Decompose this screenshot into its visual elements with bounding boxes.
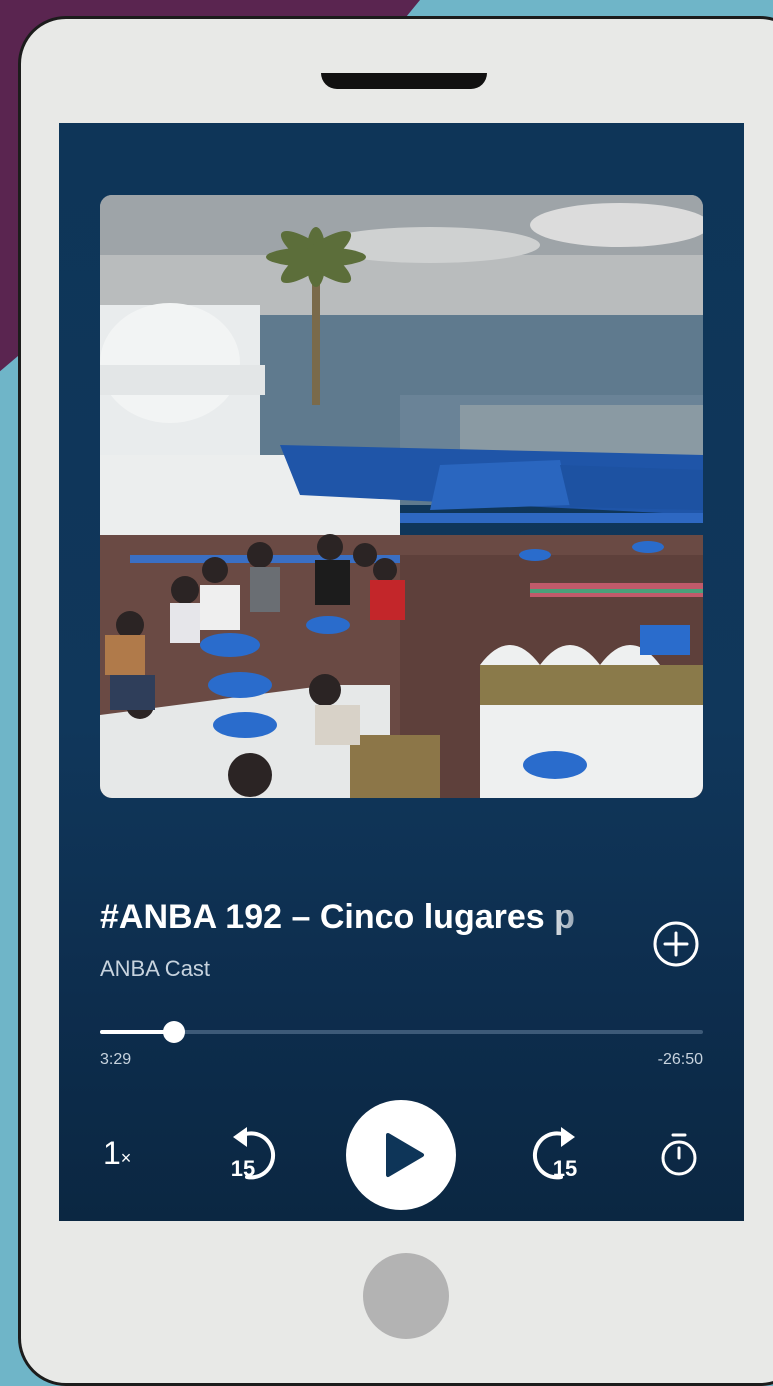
skip-forward-seconds: 15 bbox=[553, 1156, 577, 1181]
time-elapsed: 3:29 bbox=[100, 1051, 132, 1068]
rewind-15-icon: 15 bbox=[231, 1127, 276, 1181]
skip-back-seconds: 15 bbox=[231, 1156, 255, 1181]
time-remaining: -26:50 bbox=[657, 1051, 703, 1068]
phone-speaker bbox=[321, 73, 487, 89]
episode-artwork bbox=[100, 195, 703, 798]
episode-title: #ANBA 192 – Cinco lugares p bbox=[100, 898, 575, 936]
playback-speed-button[interactable]: 1× bbox=[103, 1135, 131, 1172]
forward-15-icon: 15 bbox=[532, 1127, 577, 1181]
player-screen: #ANBA 192 – Cinco lugares p ANBA Cast 3:… bbox=[59, 123, 744, 1221]
sleep-timer-button[interactable] bbox=[657, 1131, 701, 1179]
speed-value: 1 bbox=[103, 1135, 121, 1171]
home-button[interactable] bbox=[363, 1253, 449, 1339]
skip-forward-button[interactable]: 15 bbox=[521, 1123, 591, 1185]
progress-knob[interactable] bbox=[162, 1021, 185, 1043]
play-icon bbox=[386, 1133, 424, 1177]
sleep-timer-icon bbox=[661, 1133, 697, 1176]
progress-slider[interactable] bbox=[100, 1021, 703, 1043]
show-name[interactable]: ANBA Cast bbox=[100, 956, 210, 982]
skip-back-button[interactable]: 15 bbox=[217, 1123, 287, 1185]
plus-circle-icon bbox=[653, 921, 699, 967]
speed-suffix: × bbox=[120, 1148, 132, 1168]
play-button[interactable] bbox=[346, 1100, 456, 1210]
playback-controls: 1× 15 15 bbox=[59, 1095, 744, 1210]
add-to-queue-button[interactable] bbox=[651, 919, 701, 969]
